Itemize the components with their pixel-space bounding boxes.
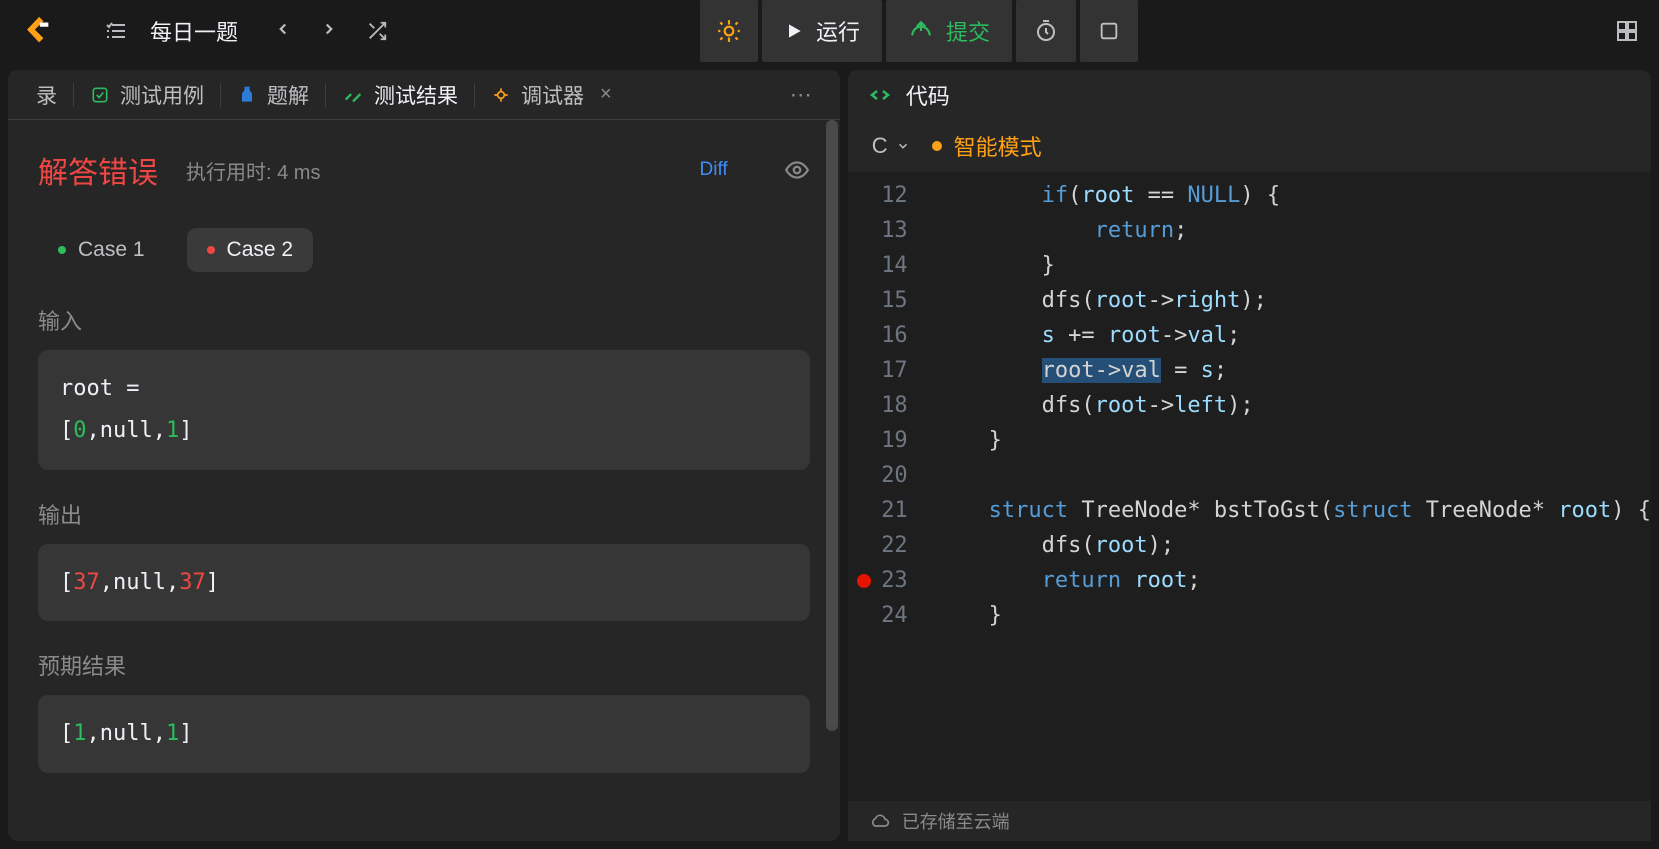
run-label: 运行 (816, 15, 860, 47)
diff-link[interactable]: Diff (700, 159, 728, 181)
editor-line[interactable]: 24 } (848, 598, 1651, 633)
center-actions: 运行 提交 (700, 0, 1138, 62)
cloud-icon (870, 811, 890, 831)
debug-button[interactable] (700, 0, 758, 62)
right-pane: 代码 C 智能模式 12 if(root == NULL) {13 return… (848, 70, 1651, 841)
code-title: 代码 (906, 79, 950, 111)
editor-line[interactable]: 14 } (848, 248, 1651, 283)
editor-line[interactable]: 16 s += root->val; (848, 318, 1651, 353)
submit-button[interactable]: 提交 (886, 0, 1012, 62)
output-block: [37,null,37] (38, 544, 810, 622)
list-icon[interactable] (104, 19, 128, 43)
breakpoint-icon[interactable] (857, 574, 871, 588)
status-dot-pass-icon (58, 246, 66, 254)
tab-record[interactable]: 录 (20, 80, 73, 110)
smart-mode-toggle[interactable]: 智能模式 (932, 130, 1042, 162)
code-toolbar: C 智能模式 (848, 120, 1651, 172)
result-body: 解答错误 执行用时: 4 ms Diff Case 1 Case 2 输入 (8, 120, 840, 841)
editor-line[interactable]: 20 (848, 458, 1651, 493)
code-header: 代码 (848, 70, 1651, 120)
input-label: 输入 (38, 304, 810, 336)
eye-icon[interactable] (784, 157, 810, 183)
left-tabs: 录 测试用例 题解 测试结果 调试器 × ⋯ (8, 70, 840, 120)
code-editor[interactable]: 12 if(root == NULL) {13 return;14 }15 df… (848, 172, 1651, 801)
layout-icon[interactable] (1615, 19, 1639, 43)
timer-button[interactable] (1016, 0, 1076, 62)
submit-label: 提交 (946, 15, 990, 47)
tab-result[interactable]: 测试结果 (326, 80, 474, 110)
input-block: root = [0,null,1] (38, 350, 810, 470)
output-label: 输出 (38, 498, 810, 530)
editor-line[interactable]: 19 } (848, 423, 1651, 458)
expected-value: [1,null,1] (60, 713, 788, 755)
left-pane: 录 测试用例 题解 测试结果 调试器 × ⋯ (8, 70, 840, 841)
result-status: 解答错误 (38, 148, 158, 192)
close-debugger-icon[interactable]: × (600, 83, 612, 106)
input-value: [0,null,1] (60, 410, 788, 452)
editor-line[interactable]: 13 return; (848, 213, 1651, 248)
logo[interactable] (20, 14, 54, 48)
runtime-text: 执行用时: 4 ms (186, 156, 320, 185)
case-1-pill[interactable]: Case 1 (38, 228, 165, 272)
daily-challenge-link[interactable]: 每日一题 (150, 15, 238, 47)
status-bar: 已存储至云端 (848, 801, 1651, 841)
case-2-pill[interactable]: Case 2 (187, 228, 314, 272)
editor-line[interactable]: 18 dfs(root->left); (848, 388, 1651, 423)
prev-icon[interactable] (274, 20, 292, 42)
tab-solution[interactable]: 题解 (221, 80, 325, 110)
expected-block: [1,null,1] (38, 695, 810, 773)
editor-line[interactable]: 21 struct TreeNode* bstToGst(struct Tree… (848, 493, 1651, 528)
editor-line[interactable]: 17 root->val = s; (848, 353, 1651, 388)
editor-line[interactable]: 23 return root; (848, 563, 1651, 598)
scrollbar[interactable] (826, 120, 838, 831)
shuffle-icon[interactable] (366, 20, 388, 42)
note-button[interactable] (1080, 0, 1138, 62)
nav-left: 每日一题 (104, 15, 388, 47)
code-icon (868, 83, 892, 107)
tab-more-icon[interactable]: ⋯ (774, 82, 828, 108)
save-status: 已存储至云端 (902, 808, 1010, 834)
smart-mode-dot-icon (932, 141, 942, 151)
output-value: [37,null,37] (60, 562, 788, 604)
language-select[interactable]: C (872, 133, 910, 159)
run-button[interactable]: 运行 (762, 0, 882, 62)
tab-testcase[interactable]: 测试用例 (74, 80, 220, 110)
editor-line[interactable]: 15 dfs(root->right); (848, 283, 1651, 318)
expected-label: 预期结果 (38, 649, 810, 681)
next-icon[interactable] (320, 20, 338, 42)
top-bar: 每日一题 运行 提交 (0, 0, 1659, 62)
editor-line[interactable]: 22 dfs(root); (848, 528, 1651, 563)
editor-line[interactable]: 12 if(root == NULL) { (848, 178, 1651, 213)
tab-debugger[interactable]: 调试器 × (475, 80, 628, 110)
status-dot-fail-icon (207, 246, 215, 254)
